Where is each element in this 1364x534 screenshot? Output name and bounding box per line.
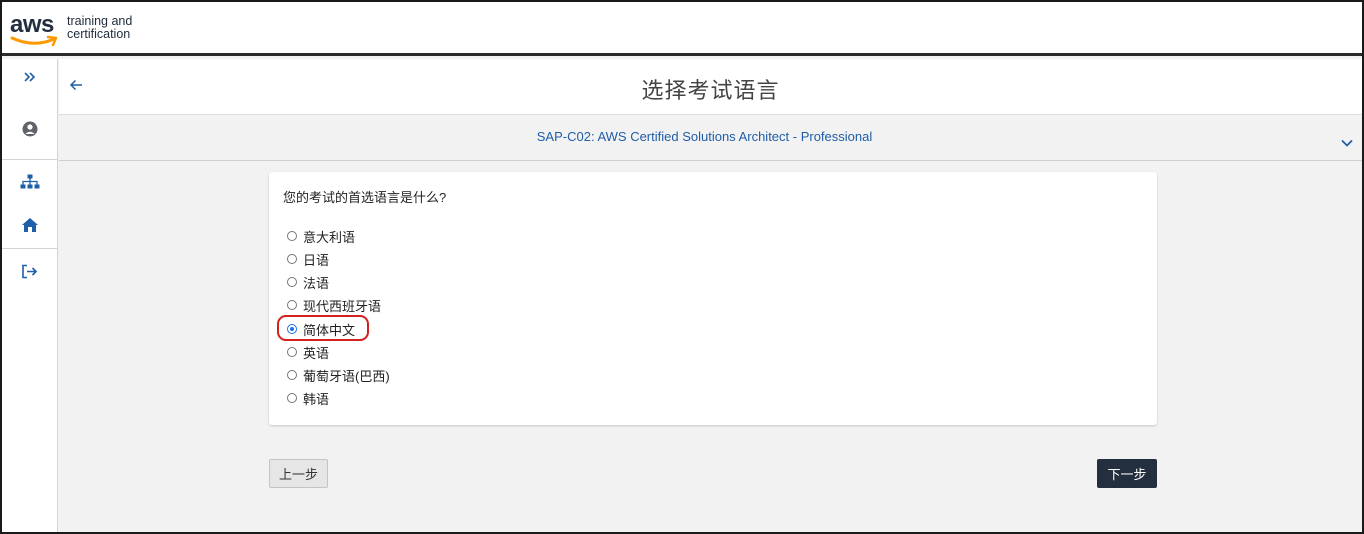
option-label: 简体中文: [303, 322, 356, 338]
sidebar-divider: [2, 248, 57, 249]
page-title: 选择考试语言: [641, 78, 780, 103]
option-italian[interactable]: 意大利语: [287, 227, 355, 245]
radio-button[interactable]: [287, 347, 297, 357]
exam-bar: SAP-C02: AWS Certified Solutions Archite…: [59, 115, 1362, 161]
app-window: aws training and certification 选择考试语言 SA…: [0, 0, 1364, 534]
sitemap-icon: [20, 174, 39, 189]
sign-out-button[interactable]: [2, 260, 57, 282]
sign-out-icon: [22, 264, 38, 278]
option-simplified-chinese[interactable]: 简体中文: [287, 320, 355, 338]
option-english[interactable]: 英语: [287, 343, 329, 361]
radio-button[interactable]: [287, 393, 297, 403]
expand-exam-button[interactable]: [1340, 135, 1354, 153]
option-label: 葡萄牙语(巴西): [303, 368, 390, 384]
sidebar: [2, 59, 58, 532]
radio-button[interactable]: [287, 277, 297, 287]
option-spanish[interactable]: 现代西班牙语: [287, 296, 381, 314]
option-label: 法语: [303, 275, 330, 291]
option-korean[interactable]: 韩语: [287, 389, 329, 407]
question-text: 您的考试的首选语言是什么?: [283, 190, 447, 205]
next-button[interactable]: 下一步: [1097, 459, 1157, 488]
previous-button[interactable]: 上一步: [269, 459, 328, 488]
option-label: 英语: [303, 345, 330, 361]
double-chevron-right-icon: [23, 72, 35, 82]
radio-button-selected[interactable]: [287, 324, 297, 334]
sitemap-button[interactable]: [2, 171, 57, 193]
home-button[interactable]: [2, 214, 57, 236]
sidebar-divider: [2, 159, 57, 160]
option-french[interactable]: 法语: [287, 273, 329, 291]
radio-button[interactable]: [287, 254, 297, 264]
radio-button[interactable]: [287, 231, 297, 241]
exam-name-link[interactable]: SAP-C02: AWS Certified Solutions Archite…: [59, 129, 1350, 144]
aws-smile-icon: [10, 35, 58, 47]
aws-training-logo[interactable]: aws training and certification: [8, 11, 148, 51]
page-header: 选择考试语言: [59, 59, 1362, 115]
user-circle-icon: [22, 121, 37, 137]
chevron-down-icon: [1341, 139, 1353, 147]
radio-button[interactable]: [287, 300, 297, 310]
home-icon: [21, 218, 38, 232]
language-card: 您的考试的首选语言是什么? 意大利语 日语 法语 现代西班牙语 简体中文 英语 …: [269, 172, 1157, 425]
option-portuguese-brazil[interactable]: 葡萄牙语(巴西): [287, 366, 390, 384]
profile-button[interactable]: [2, 121, 57, 137]
logo-line-2: certification: [67, 27, 131, 41]
option-label: 韩语: [303, 391, 330, 407]
option-label: 意大利语: [303, 229, 356, 245]
expand-sidebar-button[interactable]: [2, 67, 57, 87]
radio-button[interactable]: [287, 370, 297, 380]
logo-subtitle: training and certification: [67, 15, 132, 41]
option-label: 日语: [303, 252, 330, 268]
option-label: 现代西班牙语: [303, 298, 382, 314]
option-japanese[interactable]: 日语: [287, 250, 329, 268]
top-bar: aws training and certification: [2, 2, 1362, 56]
